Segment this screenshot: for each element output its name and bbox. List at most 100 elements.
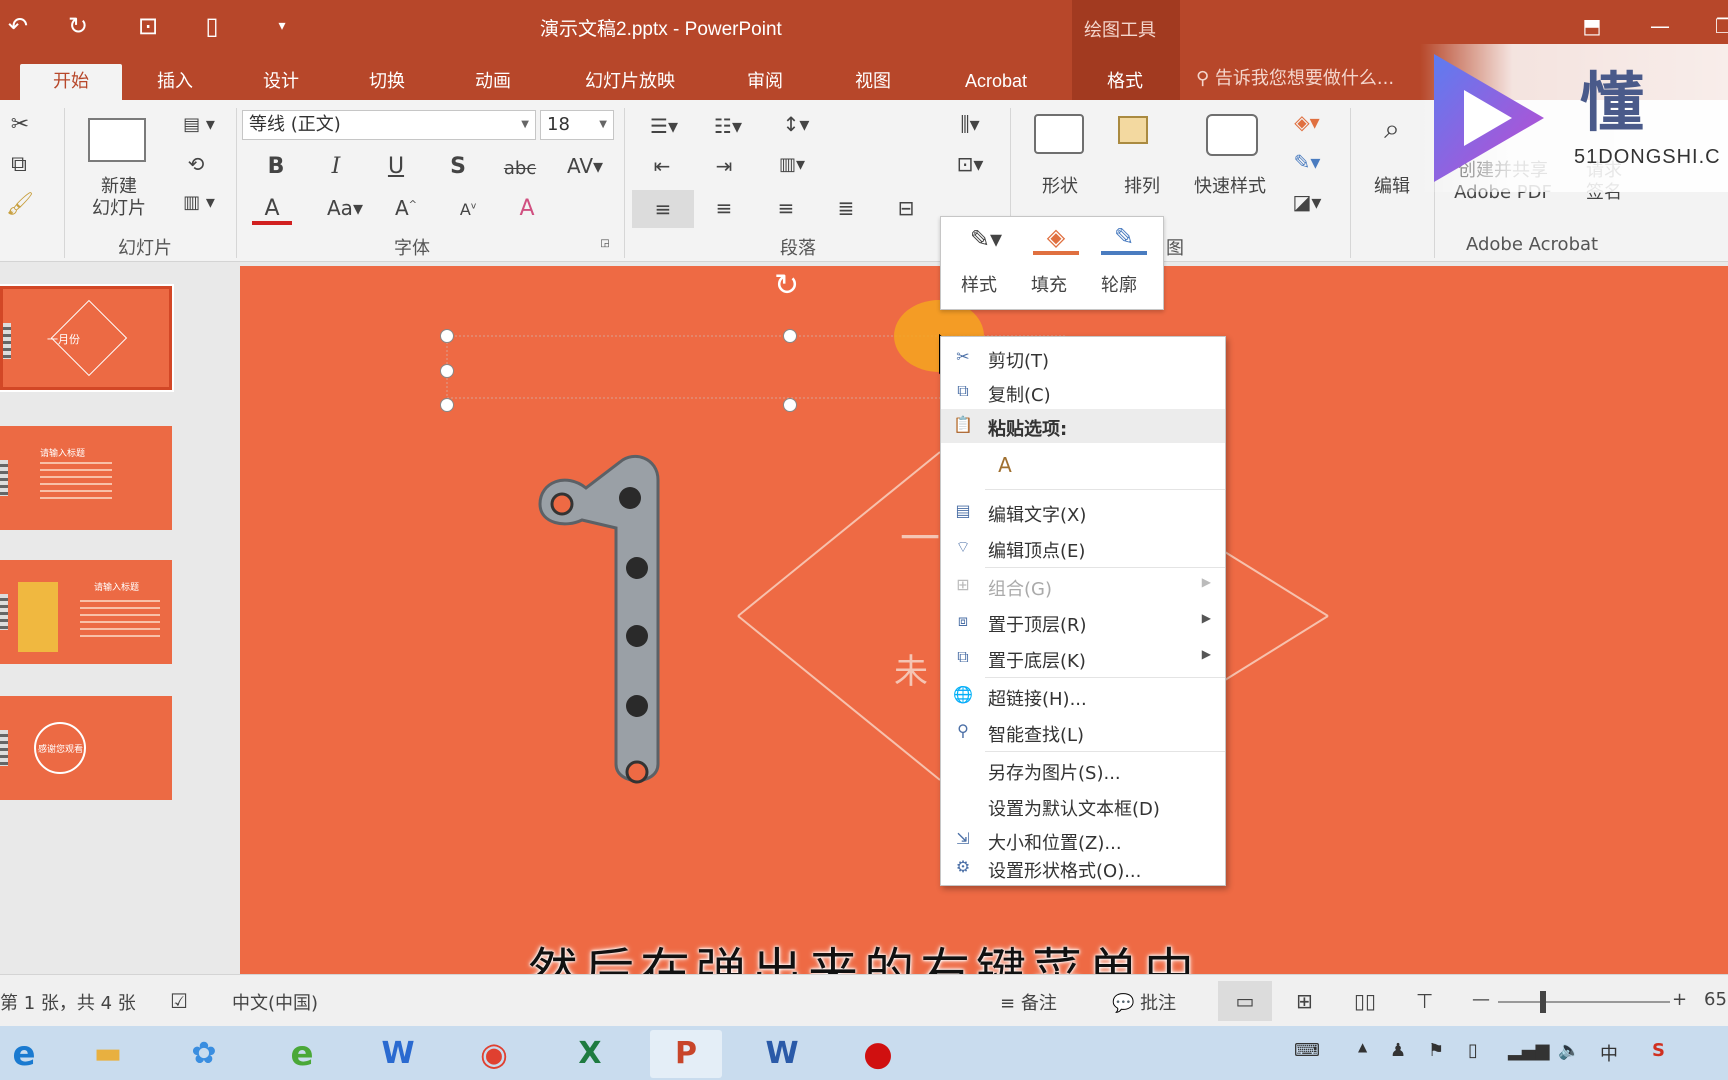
menu-group[interactable]: ⊞ 组合(G) ▶	[941, 569, 1225, 603]
zoom-slider-thumb[interactable]	[1540, 991, 1546, 1013]
tab-acrobat[interactable]: Acrobat	[946, 64, 1046, 100]
rotate-handle-icon[interactable]: ↻	[774, 268, 799, 303]
tab-format[interactable]: 格式	[1082, 64, 1168, 100]
style-label[interactable]: 样式	[961, 271, 997, 297]
menu-save-as-picture[interactable]: 另存为图片(S)...	[941, 753, 1225, 787]
slideshow-view-icon[interactable]: ⊤	[1416, 989, 1433, 1013]
start-slideshow-icon[interactable]: ⊡	[132, 10, 164, 42]
format-painter-icon[interactable]: 🖌	[6, 192, 34, 217]
excel-icon[interactable]: X	[554, 1030, 626, 1078]
menu-paste-text-only[interactable]: A	[941, 445, 1225, 485]
font-color-icon[interactable]: A	[252, 196, 292, 225]
shape-fill-icon[interactable]: ◈▾	[1284, 110, 1330, 134]
bullets-icon[interactable]: ☰▾	[640, 114, 688, 138]
align-right-icon[interactable]: ≡	[770, 196, 802, 220]
customize-icon[interactable]: ▾	[266, 10, 298, 42]
comments-button[interactable]: 💬 批注	[1112, 989, 1176, 1015]
slide-thumb-2[interactable]: 请输入标题	[0, 426, 172, 530]
tab-transitions[interactable]: 切换	[352, 64, 422, 100]
tab-view[interactable]: 视图	[838, 64, 908, 100]
align-text-icon[interactable]: ⊡▾	[948, 152, 992, 176]
redo-icon[interactable]: ↻	[62, 10, 94, 42]
outline-label[interactable]: 轮廓	[1101, 271, 1137, 297]
tab-slideshow[interactable]: 幻灯片放映	[570, 64, 690, 100]
resize-handle-left[interactable]	[440, 364, 454, 378]
grow-font-icon[interactable]: A^	[392, 196, 420, 220]
ribbon-display-icon[interactable]: ⬒	[1572, 8, 1612, 44]
zoom-slider[interactable]	[1498, 1001, 1670, 1003]
menu-edit-points[interactable]: ⌔ 编辑顶点(E)	[941, 531, 1225, 565]
find-icon[interactable]: ⌕	[1370, 112, 1414, 146]
volume-icon[interactable]: 🔈	[1558, 1040, 1580, 1061]
underline-icon[interactable]: U	[382, 154, 410, 179]
shape-effects-icon[interactable]: ◪▾	[1284, 190, 1330, 214]
cut-icon[interactable]: ✂	[6, 112, 34, 137]
menu-cut[interactable]: ✂ 剪切(T)	[941, 341, 1225, 375]
normal-view-icon[interactable]: ▭	[1218, 981, 1272, 1021]
menu-smart-lookup[interactable]: ⚲ 智能查找(L)	[941, 715, 1225, 749]
resize-handle-bl[interactable]	[440, 398, 454, 412]
tray-expand-icon[interactable]: ▲	[1358, 1040, 1367, 1054]
section-icon[interactable]: ▥ ▾	[176, 192, 222, 213]
font-size-combo[interactable]: 18 ▼	[540, 110, 614, 140]
flag-icon[interactable]: ⚑	[1428, 1040, 1444, 1061]
minimize-icon[interactable]: —	[1640, 8, 1680, 44]
font-name-combo[interactable]: 等线 (正文) ▼	[242, 110, 536, 140]
menu-format-shape[interactable]: ⚙ 设置形状格式(O)...	[941, 851, 1225, 885]
keyboard-icon[interactable]: ⌨	[1294, 1040, 1320, 1061]
zoom-in-icon[interactable]: +	[1672, 989, 1687, 1010]
language-indicator[interactable]: 中文(中国)	[232, 989, 318, 1015]
sogou-icon[interactable]: S	[1652, 1040, 1665, 1061]
slide-thumb-3[interactable]: 请输入标题	[0, 560, 172, 664]
cloud-icon[interactable]: ✿	[168, 1030, 240, 1078]
style-icon[interactable]: ✎▾	[963, 225, 1009, 253]
copy-icon[interactable]: ⧉	[4, 152, 34, 177]
battery-icon[interactable]: ▯	[1468, 1040, 1478, 1061]
italic-icon[interactable]: I	[322, 154, 350, 179]
change-case-icon[interactable]: Aa▾	[322, 196, 368, 220]
wps-icon[interactable]: W	[362, 1030, 434, 1078]
qq-icon[interactable]: ♟	[1390, 1040, 1406, 1061]
decrease-indent-icon[interactable]: ⇤	[644, 154, 680, 178]
justify-icon[interactable]: ≣	[830, 196, 862, 220]
menu-set-default-textbox[interactable]: 设置为默认文本框(D)	[941, 789, 1225, 823]
new-document-icon[interactable]: ▯	[196, 10, 228, 42]
align-left-icon[interactable]: ≡	[632, 190, 694, 228]
numbering-icon[interactable]: ☷▾	[704, 114, 752, 138]
network-icon[interactable]: ▂▄▆	[1508, 1040, 1550, 1061]
zoom-level[interactable]: 65	[1704, 989, 1727, 1010]
char-spacing-icon[interactable]: AV▾	[562, 154, 608, 178]
strikethrough-icon[interactable]: abc	[500, 158, 540, 179]
tab-insert[interactable]: 插入	[140, 64, 210, 100]
resize-handle-top[interactable]	[783, 329, 797, 343]
distributed-icon[interactable]: ⊟	[890, 196, 922, 220]
shrink-font-icon[interactable]: Av	[454, 200, 482, 219]
increase-indent-icon[interactable]: ⇥	[706, 154, 742, 178]
layout-icon[interactable]: ▤ ▾	[176, 114, 222, 135]
bold-icon[interactable]: B	[262, 154, 290, 179]
edit-label[interactable]: 编辑	[1362, 176, 1422, 198]
resize-handle-bottom[interactable]	[783, 398, 797, 412]
tell-me-box[interactable]: ⚲ 告诉我您想要做什么...	[1196, 64, 1394, 90]
reset-icon[interactable]: ⟲	[176, 152, 216, 176]
slide-sorter-icon[interactable]: ⊞	[1296, 989, 1313, 1013]
zoom-out-icon[interactable]: —	[1472, 989, 1490, 1010]
menu-send-to-back[interactable]: ⧉ 置于底层(K) ▶	[941, 641, 1225, 675]
powerpoint-icon[interactable]: P	[650, 1030, 722, 1078]
fill-icon[interactable]: ◈	[1033, 223, 1079, 255]
line-spacing-icon[interactable]: ↕▾	[772, 112, 820, 136]
tab-home[interactable]: 开始	[20, 64, 122, 100]
columns-icon[interactable]: ▥▾	[770, 154, 814, 175]
menu-copy[interactable]: ⧉ 复制(C)	[941, 375, 1225, 409]
dialog-launcher-icon[interactable]: ◲	[598, 238, 612, 249]
browser-icon[interactable]: e	[266, 1030, 338, 1078]
tab-design[interactable]: 设计	[246, 64, 316, 100]
menu-bring-to-front[interactable]: ⧈ 置于顶层(R) ▶	[941, 605, 1225, 639]
tab-animations[interactable]: 动画	[458, 64, 528, 100]
reading-view-icon[interactable]: ▯▯	[1354, 989, 1376, 1013]
text-direction-icon[interactable]: ⫼▾	[948, 112, 992, 136]
ime-indicator[interactable]: 中	[1600, 1040, 1618, 1066]
slide-thumb-1[interactable]: 一月份	[0, 284, 174, 392]
align-center-icon[interactable]: ≡	[708, 196, 740, 220]
shape-outline-icon[interactable]: ✎▾	[1284, 150, 1330, 174]
